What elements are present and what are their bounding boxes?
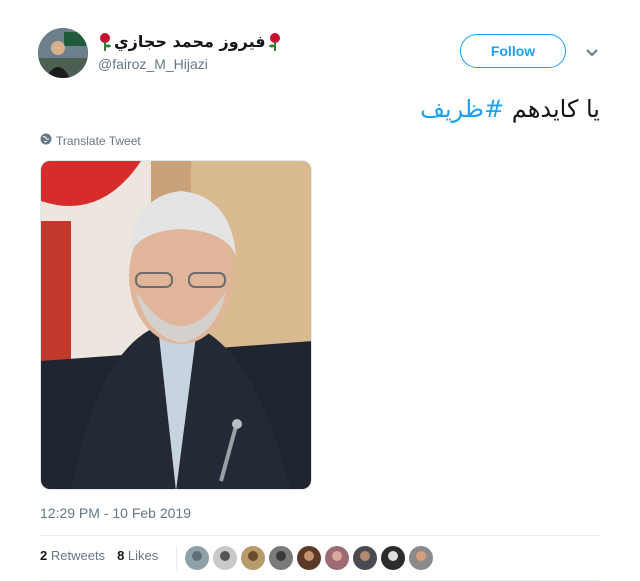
liker-avatar[interactable]: [325, 546, 349, 570]
display-name-row[interactable]: فيروز محمد حجازي: [98, 32, 282, 52]
liker-avatar[interactable]: [381, 546, 405, 570]
retweets-count: 2: [40, 548, 48, 563]
avatar[interactable]: [38, 28, 88, 78]
liker-avatar[interactable]: [241, 546, 265, 570]
retweets-label: Retweets: [50, 548, 106, 563]
liker-avatar[interactable]: [353, 546, 377, 570]
liker-avatar[interactable]: [409, 546, 433, 570]
likes-stat[interactable]: 8 Likes: [117, 548, 158, 563]
divider: [40, 535, 600, 536]
rose-icon: [98, 33, 112, 51]
user-handle[interactable]: @fairoz_M_Hijazi: [98, 56, 282, 72]
tweet-photo[interactable]: [40, 160, 312, 490]
liker-avatars: [176, 546, 433, 570]
tweet-text: يا كايدهم #ظريف: [420, 92, 600, 126]
rose-icon: [268, 33, 282, 51]
liker-avatar[interactable]: [185, 546, 209, 570]
translate-label: Translate Tweet: [56, 133, 141, 148]
tweet-stats: 2 Retweets 8 Likes: [40, 548, 158, 563]
translate-tweet-link[interactable]: Translate Tweet: [40, 133, 141, 148]
tweet-body: يا كايدهم: [504, 95, 600, 123]
likes-label: Likes: [127, 548, 159, 563]
hashtag-link[interactable]: #ظريف: [420, 95, 504, 123]
display-name: فيروز محمد حجازي: [114, 32, 266, 51]
tweet-header: فيروز محمد حجازي @fairoz_M_Hijazi Follow: [38, 28, 610, 78]
globe-icon: [40, 133, 52, 148]
tweet-timestamp[interactable]: 12:29 PM - 10 Feb 2019: [40, 505, 191, 521]
liker-avatar[interactable]: [269, 546, 293, 570]
retweets-stat[interactable]: 2 Retweets: [40, 548, 105, 563]
likes-count: 8: [117, 548, 125, 563]
liker-avatar[interactable]: [213, 546, 237, 570]
chevron-down-icon[interactable]: [584, 44, 600, 60]
user-names: فيروز محمد حجازي @fairoz_M_Hijazi: [98, 32, 282, 72]
liker-avatar[interactable]: [297, 546, 321, 570]
follow-button[interactable]: Follow: [460, 34, 566, 68]
